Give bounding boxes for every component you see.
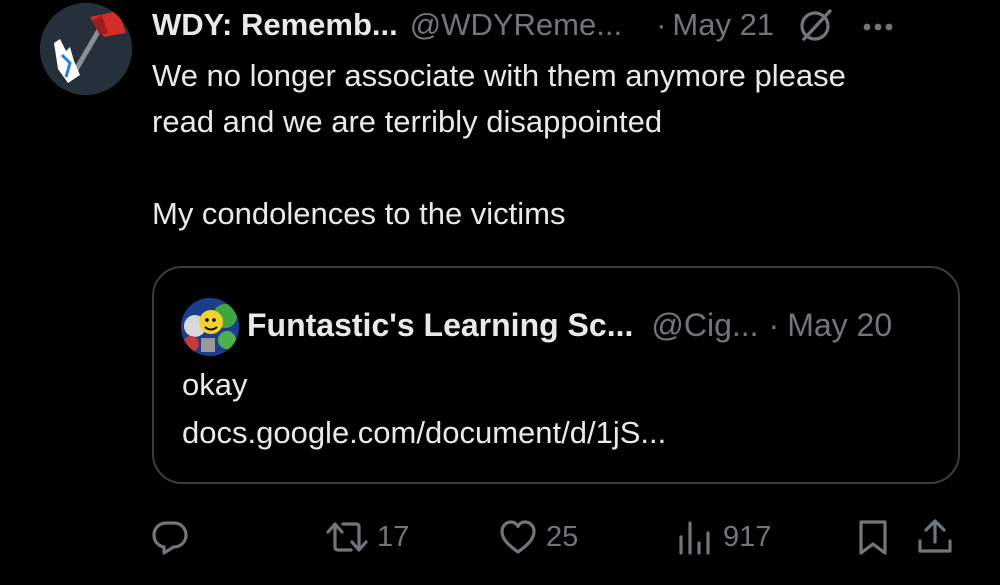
author-handle[interactable]: @WDYReme... <box>410 7 622 43</box>
retweet-count: 17 <box>377 520 410 553</box>
quote-date[interactable]: May 20 <box>787 307 892 344</box>
retweet-button[interactable]: 17 <box>325 512 409 562</box>
views-icon <box>679 521 710 555</box>
quote-text: okay docs.google.com/document/d/1jS... <box>182 361 942 457</box>
quote-author-display-name[interactable]: Funtastic's Learning Sc... <box>247 307 633 344</box>
quote-header-separator: · <box>768 306 780 343</box>
like-count: 25 <box>546 520 579 553</box>
retweet-icon <box>326 522 368 552</box>
tweet-text-line: My condolences to the victims <box>152 196 566 231</box>
tweet-date[interactable]: May 21 <box>672 7 774 43</box>
tweet[interactable]: WDY: Rememb... @WDYReme... · May 21 We n… <box>0 0 1000 585</box>
share-button[interactable] <box>915 512 955 562</box>
axe-hand-avatar-icon <box>40 3 132 95</box>
views-count: 917 <box>723 520 772 553</box>
author-display-name[interactable]: WDY: Rememb... <box>152 7 398 43</box>
bookmark-button[interactable] <box>853 512 893 562</box>
bookmark-icon <box>859 520 887 555</box>
tweet-header: WDY: Rememb... @WDYReme... · May 21 <box>152 2 982 48</box>
views-button[interactable]: 917 <box>675 512 771 562</box>
quote-header: Funtastic's Learning Sc... @Cig... · May… <box>247 301 892 349</box>
reply-button[interactable] <box>150 512 190 562</box>
tweet-text: We no longer associate with them anymore… <box>152 53 972 237</box>
tweet-text-line: We no longer associate with them anymore… <box>152 58 846 93</box>
heart-icon <box>500 520 536 554</box>
grok-icon[interactable] <box>796 5 836 45</box>
more-options-icon[interactable] <box>858 5 898 45</box>
action-bar: 17 25 917 <box>150 512 970 562</box>
tweet-text-line: read and we are terribly disappointed <box>152 104 663 139</box>
quote-text-line: docs.google.com/document/d/1jS... <box>182 415 667 450</box>
author-avatar[interactable] <box>40 3 132 95</box>
share-icon <box>918 519 952 553</box>
quoted-tweet-card[interactable]: Funtastic's Learning Sc... @Cig... · May… <box>152 266 960 484</box>
reply-icon <box>152 521 188 555</box>
quote-text-line: okay <box>182 367 248 402</box>
header-separator: · <box>656 7 667 42</box>
quote-author-handle[interactable]: @Cig... <box>651 307 758 344</box>
quote-author-avatar[interactable] <box>181 298 239 356</box>
cartoon-faces-avatar-icon <box>181 298 239 356</box>
like-button[interactable]: 25 <box>498 512 578 562</box>
